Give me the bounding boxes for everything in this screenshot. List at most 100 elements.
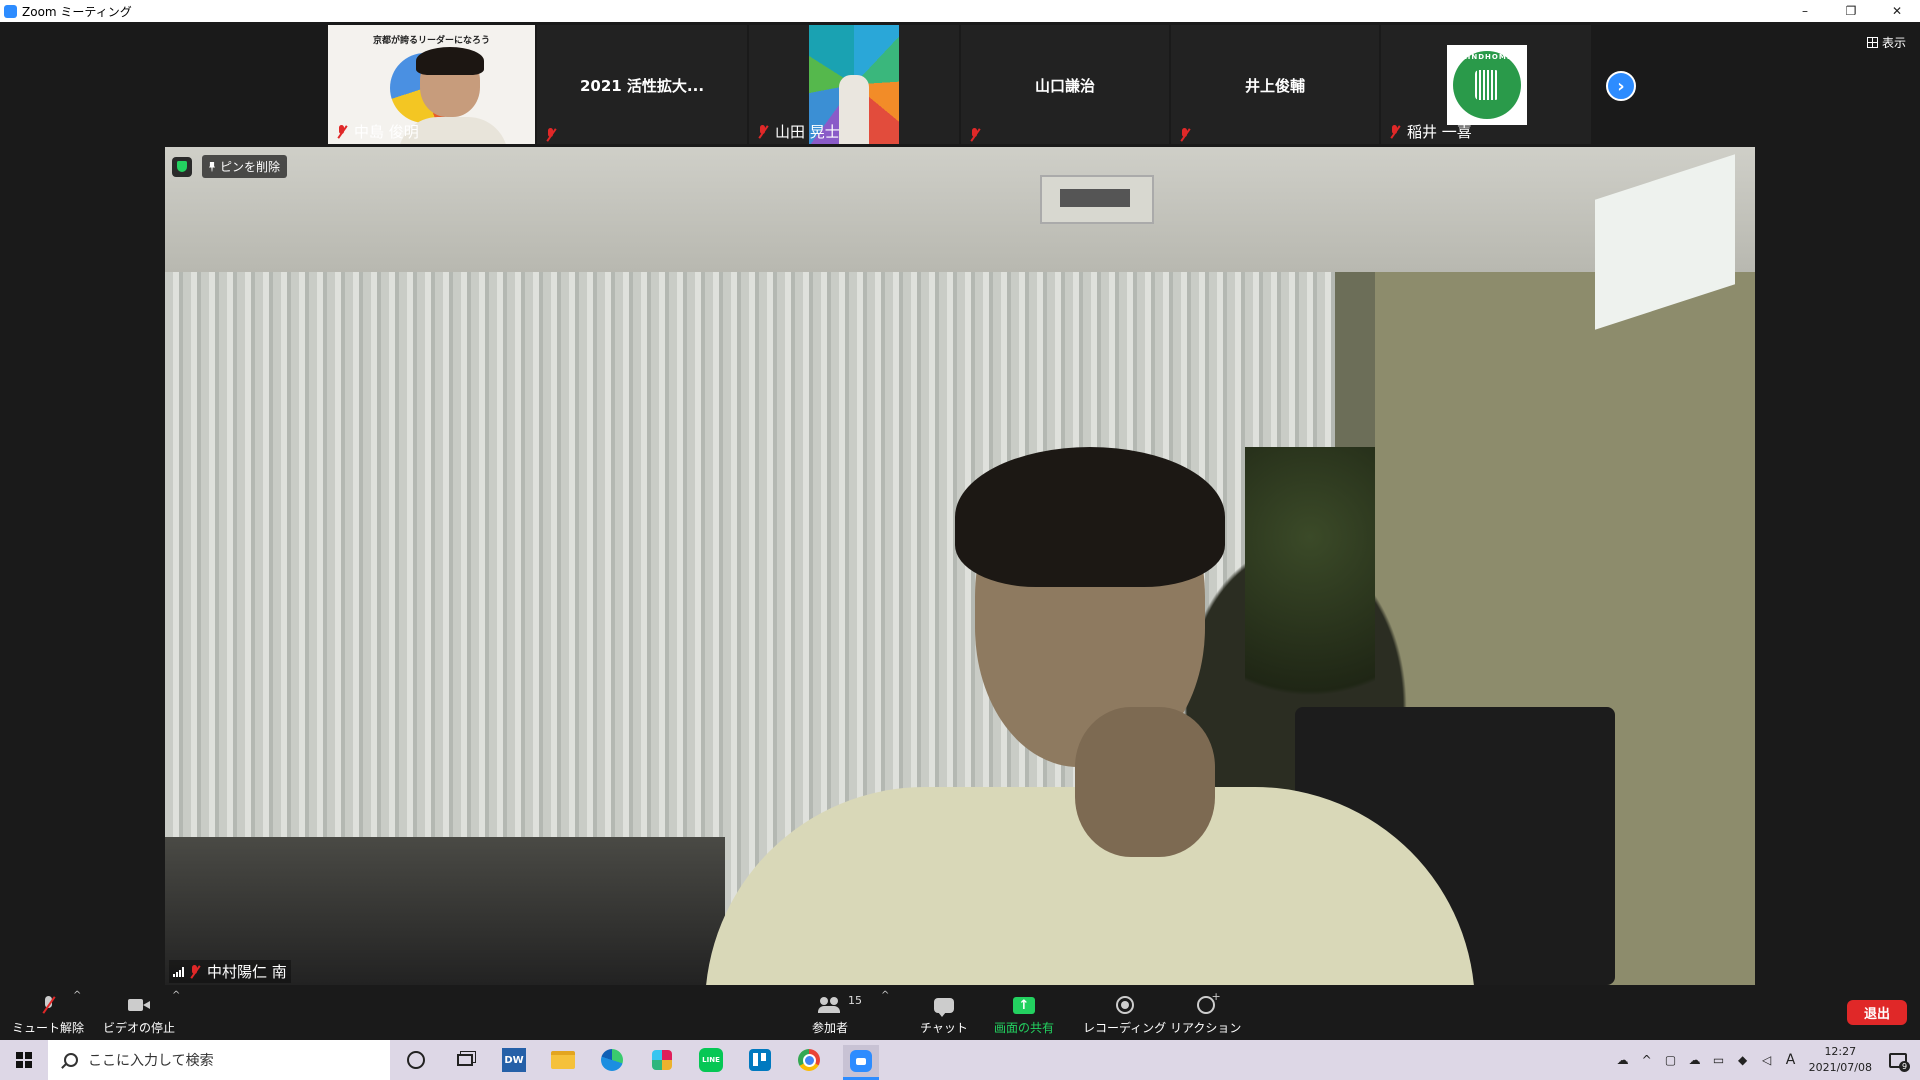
stop-video-label: ビデオの停止 bbox=[103, 1021, 176, 1035]
plant bbox=[1245, 447, 1375, 747]
taskbar-clock[interactable]: 12:27 2021/07/08 bbox=[1809, 1044, 1872, 1076]
participant-tile-2021[interactable]: 2021 活性拡大... bbox=[537, 25, 747, 144]
video-options-caret-icon[interactable]: ^ bbox=[172, 990, 180, 1001]
ceiling-vent bbox=[1040, 175, 1154, 224]
participant-name: 井上俊輔 bbox=[1244, 77, 1305, 95]
participant-label: 稲井 一喜 bbox=[1389, 121, 1472, 142]
participant-name: 稲井 一喜 bbox=[1407, 123, 1472, 141]
participant-name: 中島 俊明 bbox=[354, 123, 419, 141]
camera-icon bbox=[128, 998, 150, 1012]
participant-tile-nakajima[interactable]: 京都が誇るリーダーになろう 中島 俊明 bbox=[328, 25, 535, 144]
slide-title: 京都が誇るリーダーになろう bbox=[372, 36, 490, 46]
line-icon[interactable]: LINE bbox=[696, 1045, 726, 1075]
participant-count: 15 bbox=[848, 994, 862, 1007]
taskbar-search-box[interactable]: ここに入力して検索 bbox=[48, 1040, 390, 1080]
minimize-button[interactable]: – bbox=[1782, 0, 1828, 22]
unmute-label: ミュート解除 bbox=[12, 1021, 85, 1035]
participant-label bbox=[1179, 128, 1197, 142]
participant-name: 2021 活性拡大... bbox=[579, 77, 705, 95]
view-label: 表示 bbox=[1881, 36, 1906, 50]
window-title: Zoom ミーティング bbox=[22, 4, 132, 19]
show-hidden-icons-chevron-icon[interactable]: ^ bbox=[1639, 1053, 1655, 1067]
person bbox=[839, 75, 869, 144]
file-explorer-icon[interactable] bbox=[548, 1045, 578, 1075]
participant-name: 山口謙治 bbox=[1034, 77, 1095, 95]
logo-text: KINDHOME bbox=[1461, 53, 1513, 61]
mic-muted-icon bbox=[545, 128, 557, 142]
participants-button[interactable]: 15 参加者 bbox=[812, 994, 862, 1036]
mic-muted-icon bbox=[757, 124, 769, 139]
chat-icon bbox=[933, 997, 954, 1017]
participant-tile-yamada[interactable]: 山田 晃士 bbox=[749, 25, 959, 144]
windows-taskbar: ここに入力して検索 DW LINE ☁ ^ ▢ ☁ ▭ ◆ ◁ A 12:27 … bbox=[0, 1040, 1920, 1080]
notification-count: 9 bbox=[1899, 1061, 1910, 1072]
stop-video-button[interactable]: ビデオの停止 bbox=[103, 994, 175, 1036]
logo-circle bbox=[1453, 51, 1521, 119]
chrome-icon[interactable] bbox=[794, 1045, 824, 1075]
participant-label: 中島 俊明 bbox=[336, 121, 419, 142]
participant-label: 山田 晃士 bbox=[757, 121, 840, 142]
record-label: レコーディング bbox=[1083, 1021, 1167, 1035]
participant-tile-inoue[interactable]: 井上俊輔 bbox=[1171, 25, 1379, 144]
signal-strength-icon bbox=[173, 966, 184, 977]
participant-tile-yamaguchi[interactable]: 山口謙治 bbox=[961, 25, 1169, 144]
ceiling bbox=[165, 147, 1755, 272]
zoom-app-icon bbox=[4, 4, 17, 18]
network-icon[interactable]: ▭ bbox=[1711, 1053, 1727, 1067]
participant-tile-inai[interactable]: KINDHOME 稲井 一喜 bbox=[1381, 25, 1591, 144]
view-button[interactable]: 表示 bbox=[1866, 34, 1906, 51]
reaction-icon bbox=[1196, 990, 1221, 1014]
clock-date: 2021/07/08 bbox=[1808, 1061, 1872, 1074]
share-screen-label: 画面の共有 bbox=[994, 1021, 1055, 1035]
speaker-label: 中村陽仁 南 bbox=[169, 960, 291, 983]
pin-controls: ピンを削除 bbox=[172, 155, 288, 178]
trello-icon[interactable] bbox=[745, 1045, 775, 1075]
main-speaker-video[interactable]: ピンを削除 中村陽仁 南 bbox=[165, 147, 1755, 985]
leave-button[interactable]: 退出 bbox=[1847, 1000, 1907, 1025]
shield-icon[interactable] bbox=[172, 156, 192, 177]
weather-icon[interactable]: ☁ bbox=[1615, 1053, 1631, 1067]
mic-muted-icon bbox=[1179, 128, 1191, 142]
reactions-button[interactable]: リアクション bbox=[1170, 990, 1241, 1036]
share-screen-button[interactable]: ↑ 画面の共有 bbox=[994, 994, 1054, 1036]
start-button[interactable] bbox=[0, 1040, 48, 1080]
system-tray: ☁ ^ ▢ ☁ ▭ ◆ ◁ A 12:27 2021/07/08 9 bbox=[1611, 1040, 1920, 1080]
onedrive-icon[interactable]: ☁ bbox=[1687, 1053, 1703, 1067]
search-placeholder: ここに入力して検索 bbox=[88, 1053, 214, 1069]
participants-options-caret-icon[interactable]: ^ bbox=[881, 990, 889, 1001]
participant-name: 山田 晃士 bbox=[775, 123, 840, 141]
unpin-button[interactable]: ピンを削除 bbox=[202, 155, 288, 178]
hair bbox=[416, 47, 484, 75]
record-button[interactable]: レコーディング bbox=[1083, 994, 1166, 1036]
speaker-name: 中村陽仁 南 bbox=[207, 963, 287, 981]
participants-label: 参加者 bbox=[812, 1021, 849, 1035]
clock-time: 12:27 bbox=[1824, 1045, 1857, 1058]
chat-button[interactable]: チャット bbox=[920, 994, 968, 1036]
slack-icon[interactable] bbox=[647, 1045, 677, 1075]
dropbox-icon[interactable]: ◆ bbox=[1735, 1053, 1751, 1067]
participants-icon bbox=[818, 997, 842, 1013]
pin-icon bbox=[209, 161, 215, 172]
mic-muted-icon bbox=[336, 124, 348, 139]
windows-logo-icon bbox=[16, 1052, 32, 1068]
mic-muted-icon bbox=[42, 996, 54, 1014]
person-hair bbox=[955, 447, 1225, 587]
restore-button[interactable]: ❐ bbox=[1828, 0, 1874, 22]
close-button[interactable]: ✕ bbox=[1874, 0, 1920, 22]
ime-indicator[interactable]: A bbox=[1783, 1052, 1799, 1068]
kindhome-logo: KINDHOME bbox=[1447, 45, 1527, 125]
edge-icon[interactable] bbox=[597, 1045, 627, 1075]
audio-options-caret-icon[interactable]: ^ bbox=[73, 990, 81, 1001]
cortana-icon[interactable] bbox=[401, 1045, 431, 1075]
share-screen-icon: ↑ bbox=[1013, 996, 1035, 1014]
search-icon bbox=[64, 1053, 78, 1067]
action-center-button[interactable]: 9 bbox=[1886, 1048, 1910, 1072]
task-view-icon[interactable] bbox=[450, 1045, 480, 1075]
dreamweaver-icon[interactable]: DW bbox=[499, 1045, 529, 1075]
mic-muted-icon bbox=[1389, 124, 1401, 139]
next-page-button[interactable]: › bbox=[1606, 71, 1636, 101]
meet-now-icon[interactable]: ▢ bbox=[1663, 1053, 1679, 1067]
chat-label: チャット bbox=[920, 1021, 968, 1035]
zoom-icon[interactable] bbox=[843, 1045, 879, 1080]
volume-icon[interactable]: ◁ bbox=[1759, 1053, 1775, 1067]
